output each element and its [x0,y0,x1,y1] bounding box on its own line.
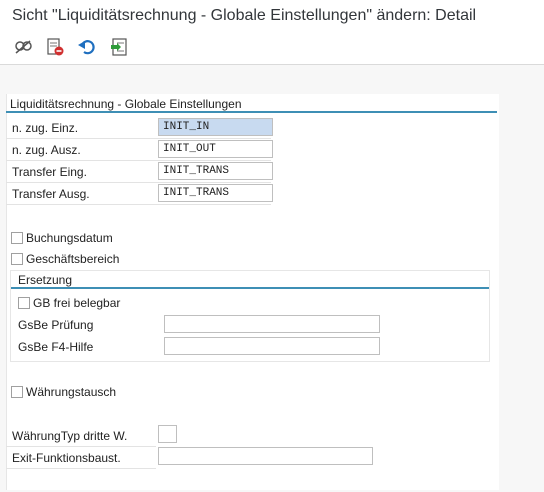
field-row-waehrungtyp: WährungTyp dritte W. [6,425,156,447]
field-label: n. zug. Einz. [12,121,79,135]
exit-fb-input[interactable] [158,447,373,465]
transfer-ausg-input[interactable]: INIT_TRANS [158,184,273,202]
gsbe-pruefung-input[interactable] [164,315,380,333]
einz-input[interactable]: INIT_IN [158,118,273,136]
transport-icon[interactable] [108,36,130,58]
field-label: n. zug. Ausz. [12,143,81,157]
waehrungtyp-input[interactable] [158,425,177,443]
ersetzung-underline [11,287,489,289]
waehrungstausch-checkbox[interactable] [11,386,23,398]
delete-entry-icon[interactable] [44,36,66,58]
display-change-icon[interactable] [12,36,34,58]
field-row-exit: Exit-Funktionsbaust. [6,447,156,469]
transfer-eing-input[interactable]: INIT_TRANS [158,162,273,180]
waehrungstausch-label: Währungstausch [26,385,117,399]
gb-frei-label: GB frei belegbar [33,296,121,310]
ersetzung-title: Ersetzung [18,273,73,287]
geschaeftsbereich-checkbox[interactable] [11,253,23,265]
buchungsdatum-label: Buchungsdatum [26,231,113,245]
section-title: Liquiditätsrechnung - Globale Einstellun… [10,97,242,111]
ausz-input[interactable]: INIT_OUT [158,140,273,158]
toolbar [0,30,544,64]
field-label: Transfer Ausg. [12,187,90,201]
field-label: Exit-Funktionsbaust. [12,451,121,465]
buchungsdatum-checkbox[interactable] [11,232,23,244]
field-label: WährungTyp dritte W. [12,429,128,443]
gsbe-f4-label: GsBe F4-Hilfe [18,340,94,354]
geschaeftsbereich-label: Geschäftsbereich [26,252,120,266]
field-label: Transfer Eing. [12,165,87,179]
gsbe-f4-input[interactable] [164,337,380,355]
gsbe-pruefung-label: GsBe Prüfung [18,318,94,332]
undo-icon[interactable] [76,36,98,58]
section-underline [6,111,497,113]
window-title: Sicht "Liquiditätsrechnung - Globale Ein… [12,7,477,24]
gb-frei-checkbox[interactable] [18,297,30,309]
